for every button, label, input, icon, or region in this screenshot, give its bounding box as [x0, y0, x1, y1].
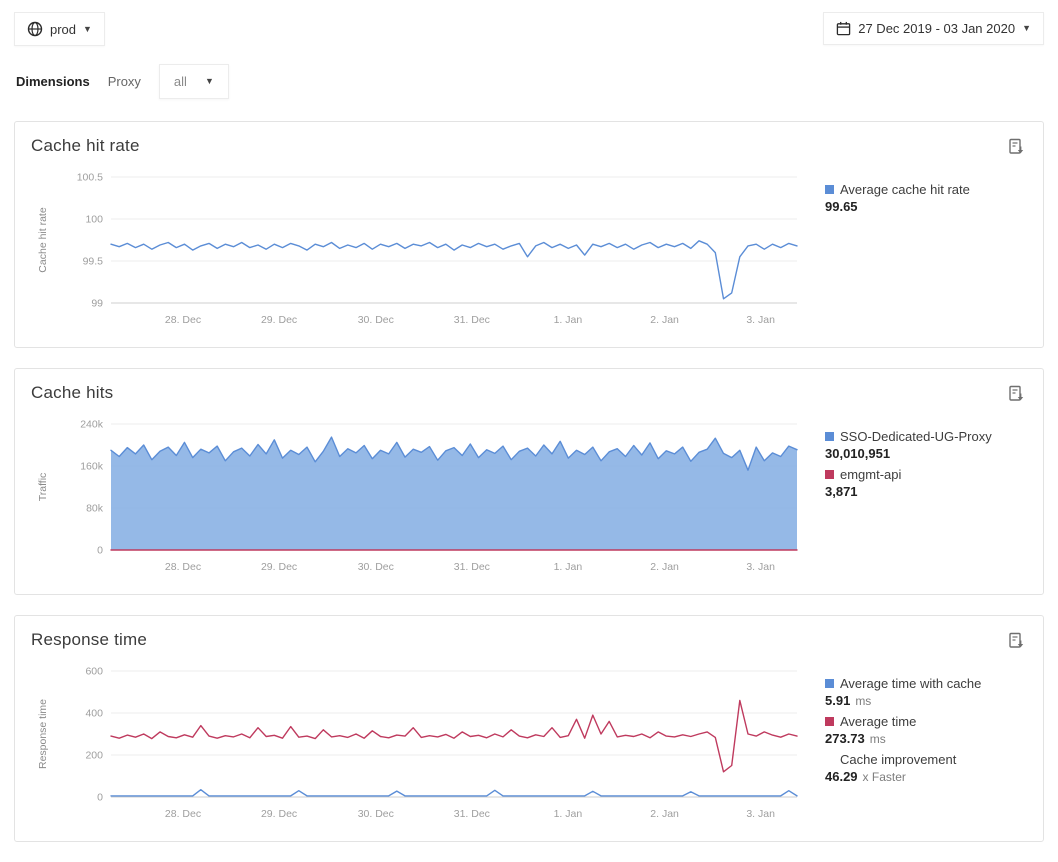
svg-text:Cache hit rate: Cache hit rate — [37, 207, 49, 273]
analytics-dashboard: prod ▼ 27 Dec 2019 - 03 Jan 2020 ▼ Dimen… — [0, 0, 1058, 842]
svg-text:31. Dec: 31. Dec — [454, 314, 490, 326]
legend-suffix: x Faster — [863, 770, 906, 784]
legend-value: 99.65 — [825, 199, 858, 214]
svg-text:240k: 240k — [80, 419, 104, 431]
export-report-icon[interactable] — [1005, 383, 1027, 410]
svg-text:29. Dec: 29. Dec — [261, 561, 297, 573]
svg-text:29. Dec: 29. Dec — [261, 314, 297, 326]
cache-hit-rate-legend: Average cache hit rate 99.65 — [803, 169, 1027, 219]
svg-text:3. Jan: 3. Jan — [746, 314, 775, 326]
legend-value: 5.91 — [825, 693, 850, 708]
legend-swatch — [825, 185, 834, 194]
environment-label: prod — [50, 22, 76, 37]
filters-row: Dimensions Proxy all ▼ — [14, 64, 1044, 99]
calendar-icon — [836, 21, 851, 36]
svg-text:1. Jan: 1. Jan — [554, 808, 583, 820]
svg-text:29. Dec: 29. Dec — [261, 808, 297, 820]
legend-item: Average cache hit rate 99.65 — [825, 181, 1027, 216]
legend-swatch — [825, 470, 834, 479]
globe-icon — [27, 21, 43, 37]
legend-value: 3,871 — [825, 484, 858, 499]
svg-text:Response time: Response time — [37, 699, 49, 769]
legend-item: Average time with cache 5.91 ms — [825, 675, 1027, 710]
chevron-down-icon: ▼ — [83, 25, 92, 34]
legend-value: 46.29 — [825, 769, 858, 784]
svg-text:200: 200 — [85, 750, 103, 762]
date-range-label: 27 Dec 2019 - 03 Jan 2020 — [858, 21, 1015, 36]
card-cache-hit-rate: Cache hit rate 99 99.5 100 100.5 28. Dec 29. … — [14, 121, 1044, 348]
svg-text:99.5: 99.5 — [83, 256, 104, 268]
response-time-legend: Average time with cache 5.91 ms Average t… — [803, 663, 1027, 789]
export-report-icon[interactable] — [1005, 630, 1027, 657]
dimensions-label: Dimensions — [16, 74, 90, 89]
svg-text:30. Dec: 30. Dec — [358, 808, 394, 820]
legend-label: emgmt-api — [840, 466, 901, 483]
proxy-filter-select[interactable]: all ▼ — [159, 64, 229, 99]
date-range-picker[interactable]: 27 Dec 2019 - 03 Jan 2020 ▼ — [823, 12, 1044, 45]
legend-item: SSO-Dedicated-UG-Proxy 30,010,951 — [825, 428, 1027, 463]
svg-text:2. Jan: 2. Jan — [650, 808, 679, 820]
legend-swatch — [825, 679, 834, 688]
legend-label: Average time with cache — [840, 675, 981, 692]
svg-text:31. Dec: 31. Dec — [454, 561, 490, 573]
svg-text:30. Dec: 30. Dec — [358, 314, 394, 326]
svg-text:600: 600 — [85, 666, 103, 678]
svg-text:100: 100 — [85, 214, 103, 226]
legend-item: emgmt-api 3,871 — [825, 466, 1027, 501]
card-title: Response time — [31, 630, 147, 650]
svg-text:80k: 80k — [86, 503, 104, 515]
svg-text:0: 0 — [97, 792, 103, 804]
svg-text:31. Dec: 31. Dec — [454, 808, 490, 820]
legend-label: Cache improvement — [840, 751, 956, 768]
svg-text:2. Jan: 2. Jan — [650, 314, 679, 326]
svg-text:2. Jan: 2. Jan — [650, 561, 679, 573]
svg-text:99: 99 — [91, 298, 103, 310]
legend-suffix: ms — [870, 732, 886, 746]
legend-item: Cache improvement 46.29 x Faster — [825, 751, 1027, 786]
svg-text:3. Jan: 3. Jan — [746, 561, 775, 573]
svg-text:400: 400 — [85, 708, 103, 720]
export-report-icon[interactable] — [1005, 136, 1027, 163]
top-bar: prod ▼ 27 Dec 2019 - 03 Jan 2020 ▼ — [14, 12, 1044, 46]
legend-value: 30,010,951 — [825, 446, 890, 461]
proxy-filter-value: all — [174, 74, 187, 89]
legend-label: Average cache hit rate — [840, 181, 970, 198]
legend-swatch — [825, 432, 834, 441]
svg-text:100.5: 100.5 — [77, 172, 103, 184]
environment-selector[interactable]: prod ▼ — [14, 12, 105, 46]
cache-hit-rate-chart: 99 99.5 100 100.5 28. Dec 29. Dec 30. Dec 31. D… — [31, 169, 803, 331]
card-title: Cache hit rate — [31, 136, 140, 156]
svg-text:160k: 160k — [80, 461, 104, 473]
proxy-label: Proxy — [108, 74, 141, 89]
card-cache-hits: Cache hits 0 80k 160k 240k 28. Dec 29. Dec 30.… — [14, 368, 1044, 595]
legend-item: Average time 273.73 ms — [825, 713, 1027, 748]
legend-value: 273.73 — [825, 731, 865, 746]
response-time-chart: 0 200 400 600 28. Dec 29. Dec 30. Dec 31. Dec 1.… — [31, 663, 803, 825]
chevron-down-icon: ▼ — [1022, 24, 1031, 33]
svg-text:3. Jan: 3. Jan — [746, 808, 775, 820]
svg-text:28. Dec: 28. Dec — [165, 808, 201, 820]
card-response-time: Response time 0 200 400 600 28. Dec 29. Dec 30… — [14, 615, 1044, 842]
svg-text:30. Dec: 30. Dec — [358, 561, 394, 573]
svg-text:0: 0 — [97, 545, 103, 557]
svg-text:1. Jan: 1. Jan — [554, 561, 583, 573]
legend-label: Average time — [840, 713, 916, 730]
svg-text:28. Dec: 28. Dec — [165, 314, 201, 326]
svg-text:Traffic: Traffic — [37, 473, 49, 502]
legend-label: SSO-Dedicated-UG-Proxy — [840, 428, 992, 445]
card-title: Cache hits — [31, 383, 113, 403]
cache-hits-chart: 0 80k 160k 240k 28. Dec 29. Dec 30. Dec 31. Dec… — [31, 416, 803, 578]
svg-text:1. Jan: 1. Jan — [554, 314, 583, 326]
legend-swatch — [825, 717, 834, 726]
legend-suffix: ms — [855, 694, 871, 708]
chevron-down-icon: ▼ — [205, 77, 214, 86]
cache-hits-legend: SSO-Dedicated-UG-Proxy 30,010,951 emgmt-… — [803, 416, 1027, 504]
svg-text:28. Dec: 28. Dec — [165, 561, 201, 573]
